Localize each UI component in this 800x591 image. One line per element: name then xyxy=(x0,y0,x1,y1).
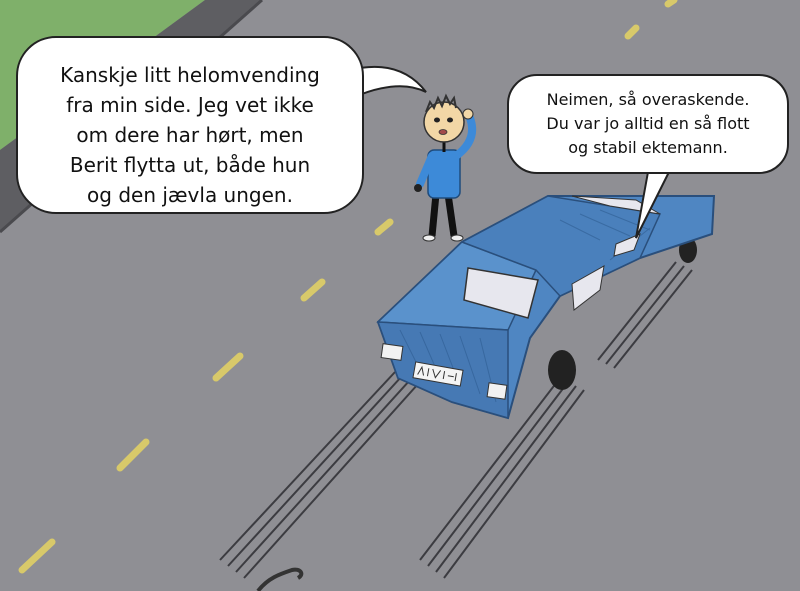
speech-line: om dere har hørt, men xyxy=(76,123,304,147)
speech-bubble-right: Neimen, så overaskende. Du var jo alltid… xyxy=(507,74,789,174)
comic-panel: Kanskje litt helomvending fra min side. … xyxy=(0,0,800,591)
speech-bubble-left: Kanskje litt helomvending fra min side. … xyxy=(16,36,364,214)
speech-line: Neimen, så overaskende. xyxy=(546,90,750,109)
bubble-tail-right xyxy=(635,168,672,239)
speech-line: Berit flytta ut, både hun xyxy=(69,153,311,177)
speech-line: og den jævla ungen. xyxy=(87,183,293,207)
speech-line: og stabil ektemann. xyxy=(568,138,728,157)
speech-line: Kanskje litt helomvending xyxy=(60,63,320,87)
speech-line: fra min side. Jeg vet ikke xyxy=(66,93,314,117)
speech-line: Du var jo alltid en så flott xyxy=(546,114,750,133)
